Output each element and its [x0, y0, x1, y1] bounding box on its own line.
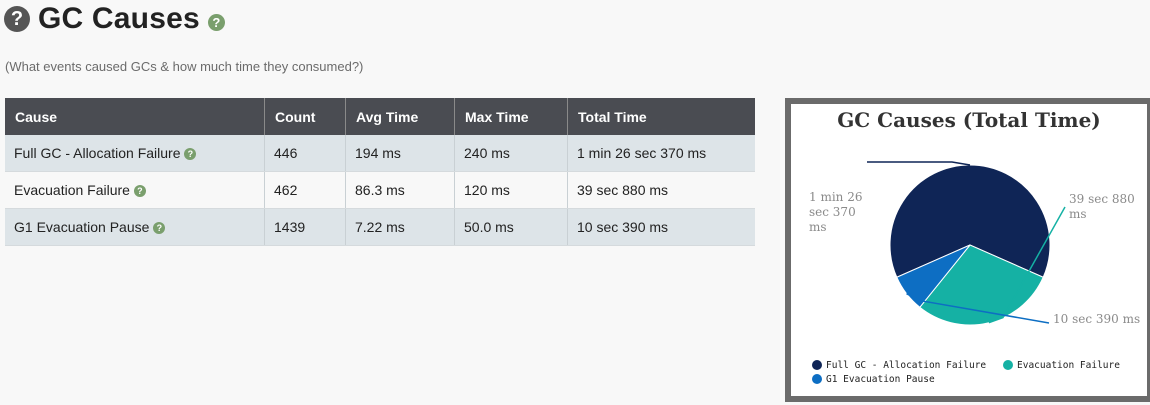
slice-data-label: 10 sec 390 ms: [1053, 312, 1140, 326]
total-time-cell: 10 sec 390 ms: [567, 208, 755, 246]
section-heading: ? GC Causes ?: [4, 2, 225, 35]
cause-label: Evacuation Failure: [14, 182, 130, 198]
cause-cell: Evacuation Failure ?: [5, 171, 265, 209]
legend-marker[interactable]: [1003, 360, 1013, 370]
pie-chart-panel: GC Causes (Total Time) 1 min 26 sec 370 ms…: [785, 98, 1150, 402]
column-header-count: Count: [264, 98, 346, 135]
help-icon[interactable]: ?: [153, 222, 166, 235]
pie-chart: GC Causes (Total Time) 1 min 26 sec 370 ms…: [809, 108, 1140, 385]
chart-title: GC Causes (Total Time): [837, 108, 1101, 132]
cause-label: G1 Evacuation Pause: [14, 219, 150, 235]
legend-marker[interactable]: [812, 360, 822, 370]
column-header-avg-time: Avg Time: [345, 98, 455, 135]
help-icon[interactable]: ?: [207, 13, 225, 31]
legend-marker[interactable]: [812, 374, 822, 384]
gc-causes-table: Cause Count Avg Time Max Time Total Time…: [5, 98, 755, 246]
page-subtitle: (What events caused GCs & how much time …: [5, 59, 364, 74]
column-header-total-time: Total Time: [567, 98, 755, 135]
table-row: G1 Evacuation Pause ? 1439 7.22 ms 50.0 …: [5, 208, 755, 246]
count-cell: 446: [264, 135, 346, 172]
table-header-row: Cause Count Avg Time Max Time Total Time: [5, 98, 755, 135]
count-cell: 462: [264, 171, 346, 209]
cause-label: Full GC - Allocation Failure: [14, 145, 181, 161]
count-cell: 1439: [264, 208, 346, 246]
table-row: Full GC - Allocation Failure ? 446 194 m…: [5, 135, 755, 172]
column-header-max-time: Max Time: [454, 98, 568, 135]
table-row: Evacuation Failure ? 462 86.3 ms 120 ms …: [5, 171, 755, 209]
avg-time-cell: 194 ms: [345, 135, 455, 172]
slice-data-label: 1 min 26 sec 370 ms: [809, 190, 862, 234]
max-time-cell: 240 ms: [454, 135, 568, 172]
column-header-cause: Cause: [5, 98, 265, 135]
avg-time-cell: 7.22 ms: [345, 208, 455, 246]
max-time-cell: 50.0 ms: [454, 208, 568, 246]
question-circle-icon[interactable]: ?: [4, 6, 30, 32]
legend-label[interactable]: G1 Evacuation Pause: [826, 374, 935, 385]
total-time-cell: 1 min 26 sec 370 ms: [567, 135, 755, 172]
avg-time-cell: 86.3 ms: [345, 171, 455, 209]
page-title: GC Causes: [38, 2, 200, 35]
cause-cell: G1 Evacuation Pause ?: [5, 208, 265, 246]
slice-data-label: 39 sec 880 ms: [1069, 192, 1135, 221]
total-time-cell: 39 sec 880 ms: [567, 171, 755, 209]
max-time-cell: 120 ms: [454, 171, 568, 209]
cause-cell: Full GC - Allocation Failure ?: [5, 135, 265, 172]
slice-leader-line: [867, 161, 971, 166]
legend-label[interactable]: Full GC - Allocation Failure: [826, 360, 986, 371]
help-icon[interactable]: ?: [133, 185, 146, 198]
legend-label[interactable]: Evacuation Failure: [1017, 360, 1120, 371]
gc-causes-section: ? GC Causes ? (What events caused GCs & …: [0, 0, 1150, 405]
help-icon[interactable]: ?: [184, 148, 197, 161]
